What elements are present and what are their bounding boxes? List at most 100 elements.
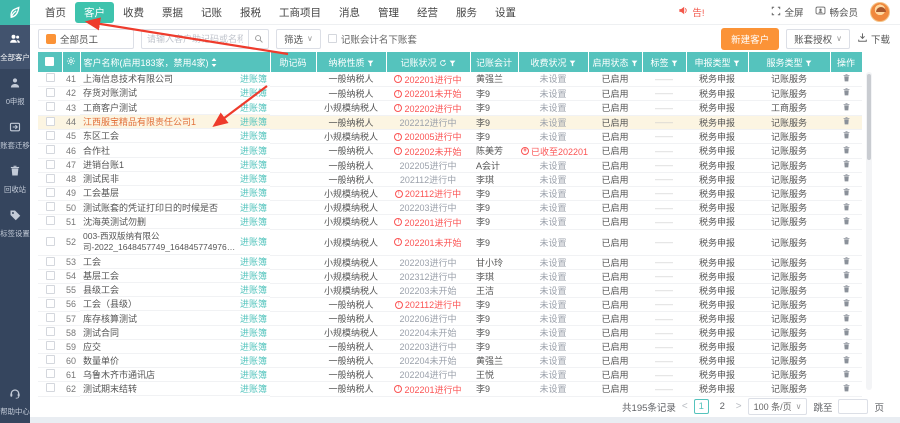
filter-funnel-icon[interactable] (629, 58, 638, 68)
download-button[interactable]: 下载 (857, 32, 892, 46)
row-checkbox[interactable] (46, 131, 55, 140)
delete-icon[interactable] (842, 270, 851, 280)
filter-funnel-icon[interactable] (669, 58, 678, 68)
open-ledger-link[interactable]: 进账簿 (240, 72, 267, 85)
ledger-auth-dropdown[interactable]: 账套授权 ∨ (786, 29, 850, 49)
delete-icon[interactable] (842, 145, 851, 155)
new-customer-button[interactable]: 新建客户 (721, 28, 779, 50)
gear-icon[interactable] (66, 58, 76, 68)
delete-icon[interactable] (842, 298, 851, 308)
fullscreen-button[interactable]: 全屏 (771, 5, 803, 19)
next-page-button[interactable]: > (736, 401, 742, 412)
nav-item-messages[interactable]: 消息 (330, 3, 369, 22)
delete-icon[interactable] (842, 130, 851, 140)
column-header[interactable]: 记账状况 (386, 52, 470, 72)
nav-item-customers[interactable]: 客户 (75, 2, 114, 23)
open-ledger-link[interactable]: 进账簿 (240, 201, 267, 214)
row-checkbox[interactable] (46, 202, 55, 211)
open-ledger-link[interactable]: 进账簿 (240, 326, 267, 339)
filter-funnel-icon[interactable] (567, 58, 576, 68)
open-ledger-link[interactable]: 进账簿 (240, 86, 267, 99)
row-checkbox[interactable] (46, 383, 55, 392)
column-header[interactable]: 助记码 (270, 52, 316, 72)
column-header[interactable]: 客户名称(启用183家，禁用4家) (80, 52, 270, 72)
sidebar-item-tag-settings[interactable]: 标签设置 (0, 201, 30, 245)
nav-item-operations[interactable]: 经营 (408, 3, 447, 22)
open-ledger-link[interactable]: 进账簿 (240, 129, 267, 142)
delete-icon[interactable] (842, 327, 851, 337)
jump-page-input[interactable] (838, 399, 868, 414)
delete-icon[interactable] (842, 236, 851, 246)
open-ledger-link[interactable]: 进账簿 (240, 215, 267, 228)
table-scrollbar[interactable] (866, 72, 872, 390)
sort-icon[interactable] (209, 58, 217, 68)
open-ledger-link[interactable]: 进账簿 (240, 101, 267, 114)
open-ledger-link[interactable]: 进账簿 (240, 297, 267, 310)
row-checkbox[interactable] (46, 237, 55, 246)
row-checkbox[interactable] (46, 188, 55, 197)
delete-icon[interactable] (842, 256, 851, 266)
employee-filter-select[interactable]: 全部员工 (38, 29, 134, 49)
open-ledger-link[interactable]: 进账簿 (240, 235, 267, 248)
delete-icon[interactable] (842, 313, 851, 323)
delete-icon[interactable] (842, 369, 851, 379)
row-checkbox[interactable] (46, 102, 55, 111)
filter-funnel-icon[interactable] (731, 58, 740, 68)
member-badge[interactable]: 畅会员 (815, 5, 858, 19)
open-ledger-link[interactable]: 进账簿 (240, 382, 267, 395)
column-header[interactable]: 记账会计 (470, 52, 518, 72)
sidebar-item-recycle-bin[interactable]: 回收站 (0, 157, 30, 201)
page-size-select[interactable]: 100 条/页 ∨ (748, 398, 808, 415)
search-input[interactable] (142, 34, 248, 44)
open-ledger-link[interactable]: 进账簿 (240, 368, 267, 381)
delete-icon[interactable] (842, 116, 851, 126)
refresh-icon[interactable] (437, 58, 447, 68)
prev-page-button[interactable]: < (682, 401, 688, 412)
scrollbar-thumb[interactable] (867, 74, 871, 160)
nav-item-fees[interactable]: 收费 (114, 3, 153, 22)
column-header[interactable]: 收费状况 (518, 52, 588, 72)
nav-item-business-projects[interactable]: 工商项目 (270, 3, 330, 22)
column-header[interactable]: 纳税性质 (316, 52, 386, 72)
delete-icon[interactable] (842, 355, 851, 365)
filter-dropdown[interactable]: 筛选 ∨ (276, 29, 321, 49)
row-checkbox[interactable] (46, 327, 55, 336)
row-checkbox[interactable] (46, 257, 55, 266)
nav-item-services[interactable]: 服务 (447, 3, 486, 22)
filter-funnel-icon[interactable] (447, 58, 456, 68)
sidebar-item-zero-declare[interactable]: 0申报 (0, 69, 30, 113)
column-header[interactable]: 启用状态 (588, 52, 642, 72)
sidebar-item-all-customers[interactable]: 全部客户 (0, 25, 30, 69)
row-checkbox[interactable] (46, 355, 55, 364)
nav-item-tax[interactable]: 报税 (231, 3, 270, 22)
column-header[interactable]: 服务类型 (748, 52, 830, 72)
delete-icon[interactable] (842, 173, 851, 183)
filter-funnel-icon[interactable] (365, 58, 374, 68)
row-checkbox[interactable] (46, 160, 55, 169)
open-ledger-link[interactable]: 进账簿 (240, 269, 267, 282)
sidebar-item-ledger-migrate[interactable]: 账套迁移 (0, 113, 30, 157)
user-avatar[interactable] (870, 2, 890, 22)
delete-icon[interactable] (842, 216, 851, 226)
row-checkbox[interactable] (46, 216, 55, 225)
page-2-button[interactable]: 2 (715, 399, 730, 414)
nav-item-management[interactable]: 管理 (369, 3, 408, 22)
open-ledger-link[interactable]: 进账簿 (240, 255, 267, 268)
row-checkbox[interactable] (46, 299, 55, 308)
row-checkbox[interactable] (46, 285, 55, 294)
row-checkbox[interactable] (46, 341, 55, 350)
nav-item-bookkeeping[interactable]: 记账 (192, 3, 231, 22)
delete-icon[interactable] (842, 187, 851, 197)
delete-icon[interactable] (842, 159, 851, 169)
open-ledger-link[interactable]: 进账簿 (240, 354, 267, 367)
delete-icon[interactable] (842, 102, 851, 112)
open-ledger-link[interactable]: 进账簿 (240, 283, 267, 296)
page-1-button[interactable]: 1 (694, 399, 709, 414)
column-header[interactable]: 操作 (830, 52, 862, 72)
row-checkbox[interactable] (46, 313, 55, 322)
row-checkbox[interactable] (46, 145, 55, 154)
open-ledger-link[interactable]: 进账簿 (240, 186, 267, 199)
open-ledger-link[interactable]: 进账簿 (240, 144, 267, 157)
nav-item-home[interactable]: 首页 (36, 3, 75, 22)
delete-icon[interactable] (842, 383, 851, 393)
